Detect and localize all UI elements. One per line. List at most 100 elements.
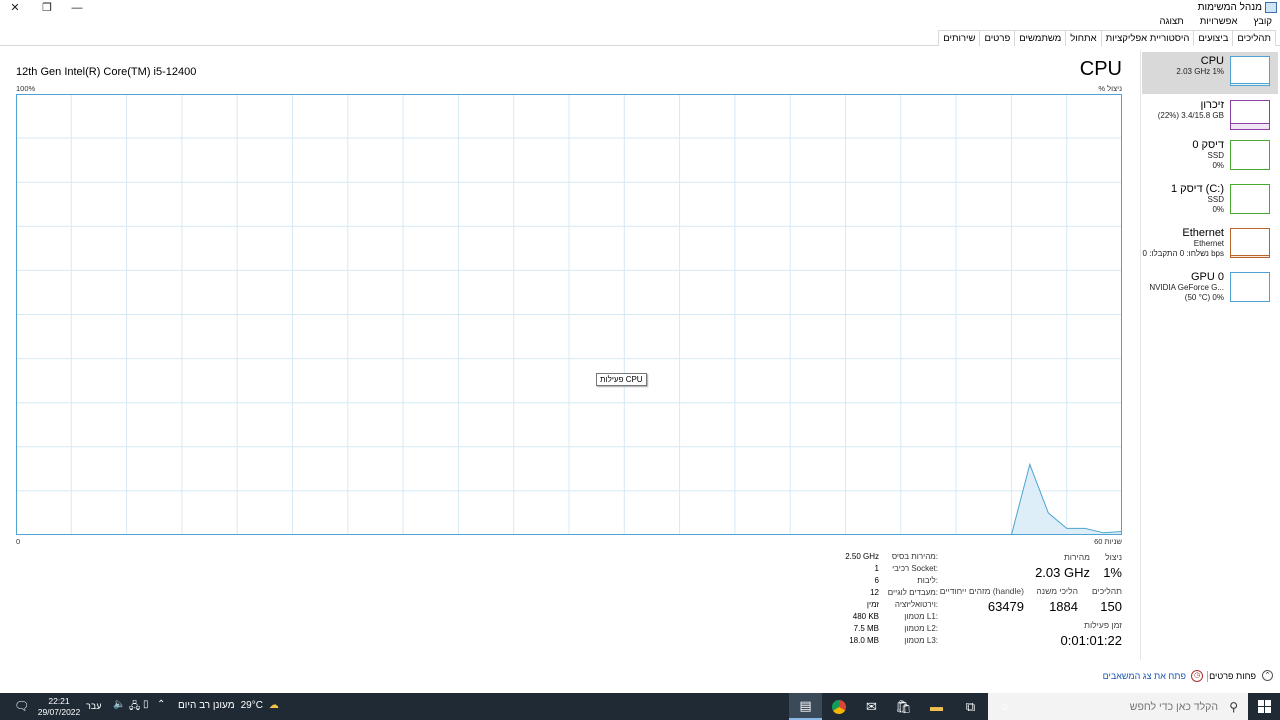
- tab-startup[interactable]: אתחול: [1065, 30, 1102, 46]
- resource-sidebar: CPU 2.03 GHz 1% זיכרון (22%) 3.4/15.8 GB…: [1140, 50, 1280, 660]
- notification-icon[interactable]: 🗨: [14, 699, 29, 713]
- chrome-icon[interactable]: [822, 693, 855, 720]
- disk1-thumbnail-graph: [1230, 184, 1270, 214]
- start-button[interactable]: [1248, 693, 1280, 720]
- spec-value: זמין: [866, 600, 879, 609]
- processes-label: תהליכים: [1091, 586, 1122, 596]
- file-explorer-icon[interactable]: ▬: [920, 693, 953, 720]
- spec-label: מהירות בסיס:: [891, 552, 938, 561]
- sidebar-item-disk1[interactable]: דיסק 1 (C:) SSD 0%: [1142, 180, 1278, 222]
- spec-label: מטמון L1:: [904, 612, 938, 621]
- cloud-sun-icon: ☁: [268, 700, 279, 711]
- utilization-value: 1%: [1103, 565, 1122, 580]
- restore-icon: ❐: [42, 2, 52, 14]
- tab-users[interactable]: משתמשים: [1014, 30, 1067, 46]
- sidebar-item-ethernet[interactable]: Ethernet Ethernet נשלחו: 0 התקבלו: 0 bps: [1142, 224, 1278, 266]
- sidebar-item-memory[interactable]: זיכרון (22%) 3.4/15.8 GB: [1142, 96, 1278, 138]
- restore-button[interactable]: ❐: [32, 0, 62, 15]
- menu-file[interactable]: קובץ: [1251, 15, 1274, 29]
- memory-thumbnail-graph: [1230, 100, 1270, 130]
- threads-label: הליכי משנה: [1036, 586, 1078, 596]
- footer-divider: [1207, 671, 1208, 682]
- resource-monitor-icon: ◷: [1191, 670, 1203, 682]
- x-axis-left-label: 0: [16, 537, 21, 546]
- menu-view[interactable]: תצוגה: [1157, 15, 1185, 29]
- network-icon[interactable]: 🖧: [129, 699, 140, 716]
- mail-icon[interactable]: ✉: [855, 693, 888, 720]
- thumbnail-fill: [1231, 255, 1269, 257]
- fewer-details-button[interactable]: פחות פרטים: [1209, 671, 1256, 681]
- spec-label: מטמון L2:: [904, 624, 938, 633]
- spec-label: מטמון L3:: [904, 636, 938, 645]
- task-manager-icon: [1265, 2, 1277, 13]
- clock-time: 22:21: [48, 696, 70, 706]
- spec-label: וירטואליזציה:: [894, 600, 938, 609]
- sidebar-item-gpu0[interactable]: GPU 0 NVIDIA GeForce G... (50 °C) 0%: [1142, 268, 1278, 310]
- close-icon: ✕: [10, 2, 20, 14]
- menu-options[interactable]: אפשרויות: [1198, 15, 1240, 29]
- footer-bar: ⌃ פחות פרטים ◷ פתח את צג המשאבים: [0, 668, 1280, 686]
- thumbnail-fill: [1231, 83, 1269, 85]
- graph-tooltip: פעילות CPU: [596, 373, 647, 386]
- store-icon[interactable]: 🛍: [887, 693, 920, 720]
- window-title: מנהל המשימות: [1197, 2, 1262, 13]
- uptime-label: זמן פעילות: [1084, 620, 1122, 630]
- search-icon: ⚲: [1229, 700, 1238, 714]
- y-axis-max-label: 100%: [16, 84, 36, 93]
- spec-value: 480 KB: [852, 612, 879, 621]
- spec-value: 18.0 MB: [849, 636, 879, 645]
- search-input[interactable]: [998, 693, 1218, 720]
- utilization-label: ניצול: [1105, 552, 1122, 562]
- minimize-icon: —: [71, 1, 83, 14]
- uptime-value: 0:01:01:22: [1060, 633, 1122, 648]
- task-manager-taskbar-icon[interactable]: ▤: [789, 693, 822, 720]
- speed-label: מהירות: [1063, 552, 1090, 562]
- battery-icon[interactable]: ▯: [143, 699, 149, 710]
- cpu-utilization-graph[interactable]: [16, 94, 1122, 535]
- task-view-icon[interactable]: ⧉: [954, 693, 987, 720]
- volume-icon[interactable]: 🔈: [113, 699, 125, 710]
- page-title: CPU: [1079, 58, 1122, 80]
- spec-value: 1: [874, 564, 879, 573]
- chevron-up-icon[interactable]: ⌃: [157, 699, 165, 710]
- clock[interactable]: 22:21 29/07/2022: [36, 696, 82, 718]
- spec-value: 2.50 GHz: [845, 552, 879, 561]
- tab-app-history[interactable]: היסטוריית אפליקציות: [1100, 30, 1195, 46]
- taskbar-search[interactable]: ⚲: [988, 693, 1248, 720]
- open-resource-monitor-link[interactable]: פתח את צג המשאבים: [1103, 671, 1186, 681]
- windows-logo-icon: [1257, 700, 1271, 713]
- speed-value: 2.03 GHz: [1035, 565, 1090, 580]
- disk0-thumbnail-graph: [1230, 140, 1270, 170]
- title-bar: ✕ ❐ — מנהל המשימות: [0, 0, 1280, 15]
- clock-date: 29/07/2022: [37, 707, 81, 717]
- close-button[interactable]: ✕: [0, 0, 30, 15]
- ethernet-thumbnail-graph: [1230, 228, 1270, 258]
- x-axis-right-label: 60 שניות: [1094, 537, 1122, 546]
- processes-value: 150: [1100, 599, 1122, 614]
- gpu-thumbnail-graph: [1230, 272, 1270, 302]
- threads-value: 1884: [1049, 599, 1078, 614]
- spec-value: 6: [874, 576, 879, 585]
- weather-text: מעונן רב היום: [178, 700, 235, 711]
- tab-processes[interactable]: תהליכים: [1232, 30, 1276, 46]
- tab-performance[interactable]: ביצועים: [1193, 30, 1234, 46]
- spec-value: 12: [870, 588, 879, 597]
- task-manager-window: ✕ ❐ — מנהל המשימות קובץ אפשרויות תצוגה ת…: [0, 0, 1280, 720]
- sidebar-item-disk0[interactable]: דיסק 0 SSD 0%: [1142, 136, 1278, 178]
- graph-grid: [16, 94, 1122, 535]
- weather-widget[interactable]: מעונן רב היום 29°C ☁: [178, 700, 279, 711]
- y-axis-label: % ניצול: [1098, 84, 1122, 93]
- language-indicator[interactable]: עבר: [86, 701, 101, 711]
- taskbar: ⚲ ○ ⧉ ▬ 🛍 ✉ ▤ מעונן רב היום 29°C ☁ ⌃ ▯ 🖧…: [0, 693, 1280, 720]
- tab-services[interactable]: שירותים: [938, 30, 981, 46]
- handles-value: 63479: [987, 599, 1024, 614]
- cortana-icon[interactable]: ○: [988, 693, 1021, 720]
- temperature: 29°C: [240, 700, 263, 711]
- spec-value: 7.5 MB: [853, 624, 879, 633]
- chevron-up-icon[interactable]: ⌃: [1262, 670, 1273, 681]
- tab-details[interactable]: פרטים: [979, 30, 1016, 46]
- spec-label: ליבות:: [917, 576, 938, 585]
- minimize-button[interactable]: —: [62, 0, 92, 15]
- sidebar-item-cpu[interactable]: CPU 2.03 GHz 1%: [1142, 52, 1278, 94]
- menu-bar: קובץ אפשרויות תצוגה: [1157, 15, 1280, 29]
